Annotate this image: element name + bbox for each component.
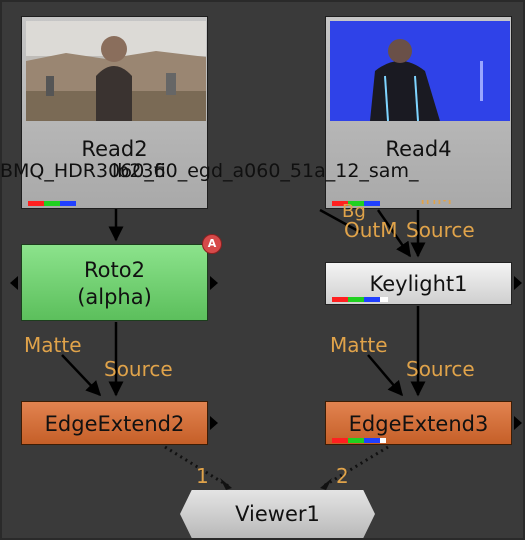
edgeextend3-matte-port-label: Matte <box>330 333 388 357</box>
roto2-label: Roto2 <box>84 258 145 282</box>
viewer-input-1-label: 1 <box>196 464 209 488</box>
link-edgeextend3-viewer-arrow <box>320 478 332 490</box>
roto2-alpha-badge: A <box>202 234 222 254</box>
edgeextend3-channel-bars <box>332 438 386 443</box>
edgeextend3-mask-arrow <box>514 416 522 430</box>
channel-alpha <box>380 438 386 443</box>
channel-green <box>44 201 60 206</box>
viewer1-node[interactable]: Viewer1 <box>180 490 375 538</box>
channel-red <box>332 438 348 443</box>
read2-label: Read2 <box>81 137 148 161</box>
roto2-sublabel: (alpha) <box>77 285 152 309</box>
edgeextend3-label: EdgeExtend3 <box>348 412 489 436</box>
link-edgeextend3-viewer <box>321 445 389 489</box>
roto2-node[interactable]: Roto2 (alpha) <box>21 244 208 321</box>
channel-blue <box>364 201 380 206</box>
edgeextend3-source-port-label: Source <box>406 357 475 381</box>
edgeextend3-node[interactable]: EdgeExtend3 <box>325 401 512 445</box>
channel-green <box>348 438 364 443</box>
edgeextend2-source-port-label: Source <box>104 357 173 381</box>
channel-red <box>332 297 348 302</box>
read4-label: Read4 <box>385 137 452 161</box>
read2-channel-bars <box>28 201 76 206</box>
edgeextend2-mask-arrow <box>210 416 218 430</box>
channel-blue <box>364 438 380 443</box>
roto2-mask-input-arrow <box>10 276 18 290</box>
edgeextend2-label: EdgeExtend2 <box>44 412 185 436</box>
channel-red <box>28 201 44 206</box>
channel-blue <box>60 201 76 206</box>
keylight-right-arrow <box>514 276 522 290</box>
keylight-outm-port-label: OutM <box>344 218 398 242</box>
viewer-input-2-label: 2 <box>336 464 349 488</box>
keylight-source-port-label: Source <box>406 218 475 242</box>
read2-thumbnail-image <box>26 21 206 121</box>
channel-blue <box>364 297 380 302</box>
keylight1-node[interactable]: Keylight1 <box>325 262 512 305</box>
edgeextend2-matte-port-label: Matte <box>24 333 82 357</box>
read4-thumbnail <box>330 21 510 121</box>
link-edgeextend2-viewer-arrow <box>220 478 232 490</box>
link-keylight-edgeextend3-matte <box>367 354 403 397</box>
read2-thumbnail <box>26 21 206 121</box>
link-roto2-edgeextend2-matte <box>61 354 102 397</box>
viewer1-label: Viewer1 <box>235 502 320 526</box>
channel-alpha <box>380 297 388 302</box>
edgeextend2-node[interactable]: EdgeExtend2 <box>21 401 208 445</box>
read4-thumbnail-image <box>330 21 510 121</box>
channel-green <box>348 297 364 302</box>
read4-filename: lb2360_egd_a060_51a_12_sam_ <box>112 160 419 182</box>
keylight1-label: Keylight1 <box>369 272 468 296</box>
roto2-right-arrow <box>210 276 218 290</box>
keylight1-channel-bars <box>332 297 388 302</box>
